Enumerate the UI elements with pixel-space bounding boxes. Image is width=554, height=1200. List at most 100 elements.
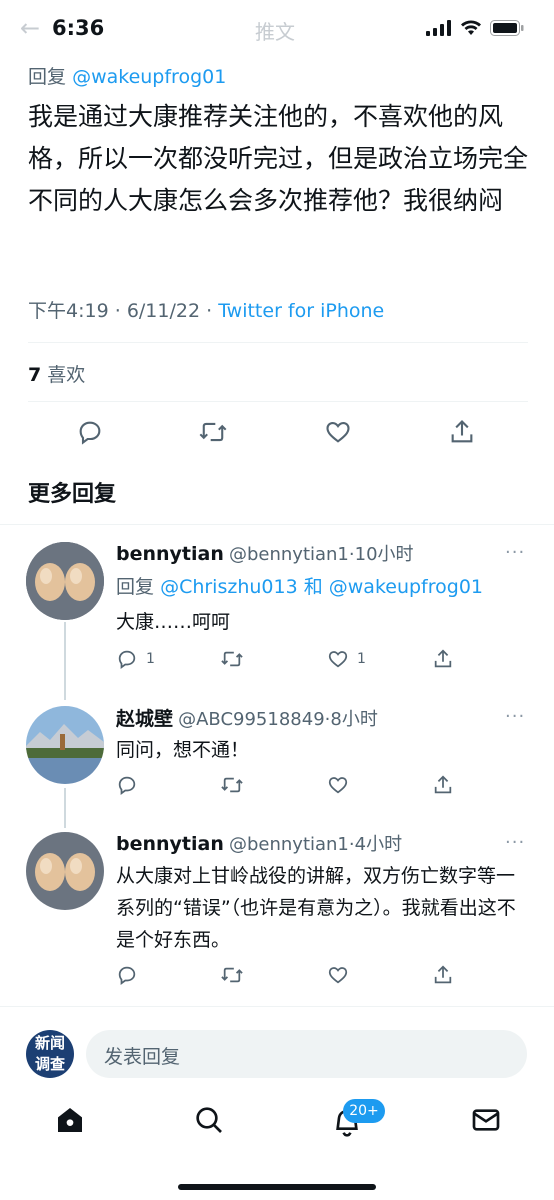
reply-handle-link[interactable]: @wakeupfrog01	[72, 66, 226, 88]
share-icon	[451, 420, 473, 443]
share-icon	[434, 775, 452, 794]
tweet-source-link[interactable]: Twitter for iPhone	[218, 300, 384, 322]
reply-prefix: 回复	[28, 66, 67, 88]
tweet-time: 下午4:19	[28, 300, 109, 322]
reply-age: 4小时	[354, 834, 403, 855]
avatar[interactable]	[26, 832, 104, 910]
meta-separator: ·	[206, 300, 213, 322]
tweet-text: 我是通过大康推荐关注他的，不喜欢他的风格，所以一次都没听完过，但是政治立场完全不…	[28, 102, 529, 215]
signal-icon	[426, 20, 451, 36]
heart-icon	[326, 421, 350, 443]
divider	[0, 524, 554, 525]
likes-summary[interactable]: 7 喜欢	[28, 360, 85, 387]
divider	[28, 401, 528, 402]
author-handle[interactable]: @bennytian1	[229, 834, 349, 855]
retweet-button[interactable]	[220, 774, 244, 796]
tweet-date: 6/11/22	[126, 300, 201, 322]
divider	[0, 1006, 554, 1007]
reply-targets-link[interactable]: @Chriszhu013 和 @wakeupfrog01	[160, 576, 483, 598]
egg-avatar-image	[26, 542, 104, 620]
meta-separator: ·	[114, 300, 121, 322]
reply-icon	[118, 776, 136, 795]
share-icon	[434, 965, 452, 984]
like-button[interactable]	[327, 964, 349, 986]
reply-button[interactable]	[116, 774, 138, 796]
share-button[interactable]	[432, 648, 454, 670]
avatar[interactable]	[26, 542, 104, 620]
more-options-icon[interactable]: ···	[505, 706, 525, 727]
tab-search[interactable]	[193, 1104, 225, 1140]
retweet-button[interactable]	[220, 648, 244, 670]
header-title: 推文	[255, 20, 295, 44]
more-replies-title: 更多回复	[28, 482, 117, 507]
heart-icon	[328, 651, 348, 668]
avatar[interactable]	[26, 706, 104, 784]
retweet-icon	[221, 651, 243, 667]
share-button[interactable]	[432, 774, 454, 796]
divider	[28, 342, 528, 343]
reply-header: bennytian @bennytian1·10小时	[116, 543, 414, 565]
share-button[interactable]	[432, 964, 454, 986]
more-options-icon[interactable]: ···	[505, 832, 525, 853]
search-icon	[196, 1107, 222, 1133]
author-name[interactable]: bennytian	[116, 833, 224, 855]
author-name[interactable]: bennytian	[116, 543, 224, 565]
share-icon	[434, 649, 452, 668]
likes-count: 7	[28, 364, 42, 386]
home-indicator	[178, 1184, 376, 1190]
share-button[interactable]	[448, 418, 476, 450]
status-icons	[426, 20, 524, 36]
retweet-icon	[221, 967, 243, 983]
status-time: 6:36	[52, 16, 105, 40]
reply-icon	[79, 421, 101, 445]
compose-avatar-text: 新闻	[34, 1034, 65, 1052]
notifications-badge: 20+	[343, 1099, 385, 1123]
heart-icon	[328, 777, 348, 794]
battery-icon	[490, 20, 524, 36]
reply-to-line: 回复 @wakeupfrog01	[28, 62, 226, 89]
retweet-button[interactable]	[220, 964, 244, 986]
reply-age: 10小时	[354, 544, 414, 565]
egg-avatar-image	[26, 832, 104, 910]
mail-icon	[472, 1109, 500, 1131]
compose-avatar[interactable]: 新闻 调查	[26, 1030, 74, 1078]
author-handle[interactable]: @ABC99518849	[178, 709, 325, 730]
landscape-avatar-image	[26, 706, 104, 784]
compose-avatar-text: 调查	[34, 1055, 65, 1073]
retweet-icon	[199, 422, 227, 442]
reply-button[interactable]	[76, 418, 104, 450]
like-count: 1	[357, 651, 366, 667]
more-options-icon[interactable]: ···	[505, 542, 525, 563]
home-icon	[58, 1108, 82, 1132]
tab-messages[interactable]	[470, 1104, 502, 1140]
retweet-button[interactable]	[198, 418, 228, 450]
reply-button[interactable]: 1	[116, 648, 155, 670]
reply-text: 同问，想不通！	[116, 739, 250, 761]
thread-line	[64, 788, 66, 828]
like-button[interactable]	[327, 774, 349, 796]
retweet-icon	[221, 777, 243, 793]
tweet-meta: 下午4:19 · 6/11/22 · Twitter for iPhone	[28, 296, 384, 323]
reply-button[interactable]	[116, 964, 138, 986]
reply-text: 从大康对上甘岭战役的讲解，双方伤亡数字等一系列的“错误”（也许是有意为之）。我就…	[116, 865, 516, 951]
author-name[interactable]: 赵城壁	[116, 708, 173, 730]
reply-icon	[118, 650, 136, 669]
reply-count: 1	[146, 651, 155, 667]
tab-home[interactable]	[54, 1104, 86, 1140]
reply-header: 赵城壁 @ABC99518849·8小时	[116, 708, 378, 730]
author-handle[interactable]: @bennytian1	[229, 544, 349, 565]
like-button[interactable]	[324, 418, 352, 450]
like-button[interactable]: 1	[327, 648, 366, 670]
back-arrow-icon[interactable]: ←	[20, 14, 40, 42]
reply-to-line: 回复 @Chriszhu013 和 @wakeupfrog01	[116, 572, 483, 599]
reply-age: 8小时	[330, 709, 378, 730]
thread-line	[64, 622, 66, 700]
reply-prefix: 回复	[116, 576, 155, 598]
reply-icon	[118, 966, 136, 985]
likes-label: 喜欢	[47, 364, 86, 386]
reply-text: 大康……呵呵	[116, 611, 231, 633]
heart-icon	[328, 967, 348, 984]
reply-header: bennytian @bennytian1·4小时	[116, 833, 403, 855]
compose-placeholder: 发表回复	[104, 1046, 181, 1068]
wifi-icon	[461, 20, 481, 35]
